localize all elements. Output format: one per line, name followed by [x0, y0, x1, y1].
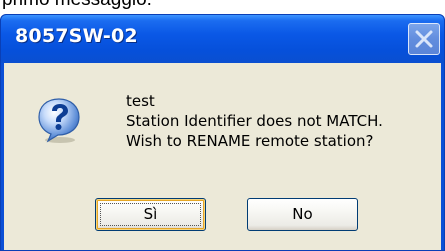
no-button[interactable]: No [247, 198, 358, 231]
message-line: test [126, 92, 155, 110]
page: primo messaggio: 8057SW-02 [0, 0, 445, 251]
dialog-body: test Station Identifier does not MATCH. … [4, 63, 441, 250]
question-icon [38, 98, 80, 143]
page-caption: primo messaggio: [2, 0, 152, 11]
close-button[interactable] [408, 23, 440, 55]
close-icon [415, 30, 433, 48]
no-button-label: No [292, 205, 313, 223]
window-title: 8057SW-02 [15, 25, 138, 47]
message-text: test Station Identifier does not MATCH. … [126, 91, 383, 151]
title-bar[interactable]: 8057SW-02 [1, 15, 444, 63]
message-dialog: 8057SW-02 test Station Identifier does n… [0, 14, 445, 251]
message-line: Wish to RENAME remote station? [126, 132, 374, 150]
message-line: Station Identifier does not MATCH. [126, 112, 383, 130]
yes-button[interactable]: Sì [95, 198, 206, 231]
yes-button-label: Sì [143, 205, 158, 223]
